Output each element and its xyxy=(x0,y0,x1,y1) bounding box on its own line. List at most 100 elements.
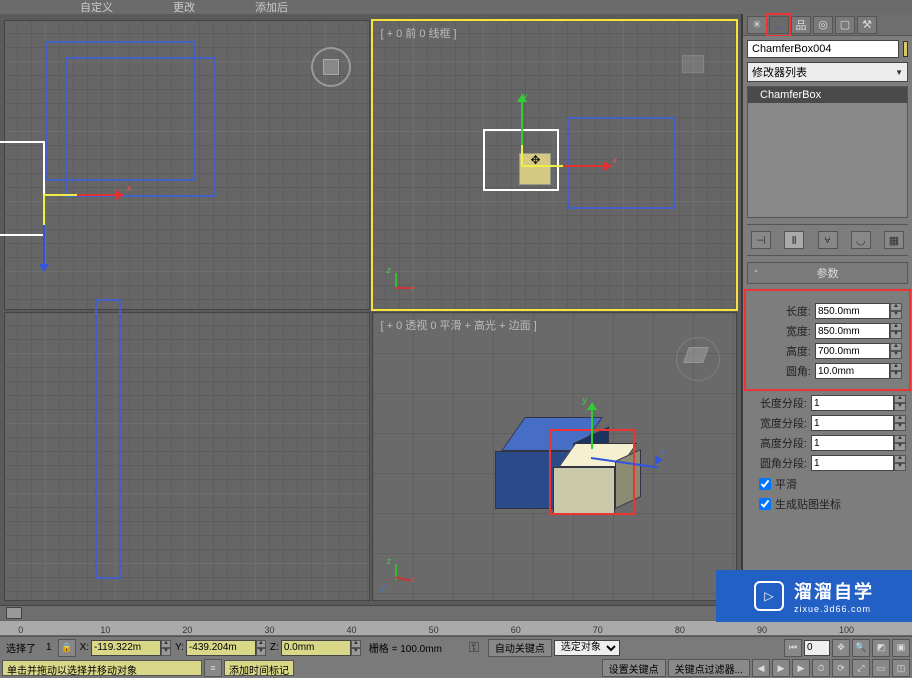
spinner-up[interactable]: ▲ xyxy=(894,415,906,423)
display-icon: ▢ xyxy=(840,18,850,31)
view-cube-icon[interactable] xyxy=(305,41,357,93)
hierarchy-tab[interactable]: 品 xyxy=(791,16,811,34)
gear-icon: ✳ xyxy=(752,18,761,31)
spinner-up[interactable]: ▲ xyxy=(890,303,902,311)
remove-modifier-button[interactable]: ◡ xyxy=(851,231,871,249)
generate-mapping-checkbox[interactable] xyxy=(759,498,771,510)
axis-tripod-icon: x z xyxy=(383,273,413,303)
play-next-key-button[interactable]: ▶ xyxy=(792,659,810,677)
current-frame-input[interactable] xyxy=(804,640,830,656)
status-row: 选择了 1 🔒 X: ▲▼ Y: ▲▼ Z: ▲▼ 栅格 = 100.0mm ⚿… xyxy=(0,636,912,658)
spinner-down[interactable]: ▼ xyxy=(890,371,902,379)
genmap-label: 生成贴图坐标 xyxy=(775,496,841,512)
spinner-up[interactable]: ▲ xyxy=(894,435,906,443)
auto-key-button[interactable]: 自动关键点 xyxy=(488,639,552,657)
display-tab[interactable]: ▢ xyxy=(835,16,855,34)
fov-tool-button[interactable]: ◩ xyxy=(872,639,890,657)
time-slider-thumb[interactable] xyxy=(6,607,22,619)
spinner-down[interactable]: ▼ xyxy=(890,331,902,339)
create-tab[interactable]: ✳ xyxy=(747,16,767,34)
zoom-extents-button[interactable]: ⤢ xyxy=(852,659,870,677)
menu-item[interactable]: 自定义 xyxy=(80,0,113,15)
spinner-down[interactable]: ▼ xyxy=(351,648,361,656)
selection-status-label: 选择了 xyxy=(2,640,40,655)
y-coord-input[interactable] xyxy=(186,640,256,656)
view-cube-icon[interactable] xyxy=(672,333,724,385)
spinner-down[interactable]: ▼ xyxy=(894,403,906,411)
x-coord-input[interactable] xyxy=(91,640,161,656)
spinner-down[interactable]: ▼ xyxy=(890,311,902,319)
modifier-stack-item[interactable]: ChamferBox xyxy=(748,87,907,103)
spinner-down[interactable]: ▼ xyxy=(161,648,171,656)
smooth-checkbox[interactable] xyxy=(759,478,771,490)
utilities-tab[interactable]: ⚒ xyxy=(857,16,877,34)
length-input[interactable] xyxy=(815,303,890,319)
selection-count: 1 xyxy=(42,642,56,653)
script-listener-button[interactable]: ≡ xyxy=(204,659,222,677)
zoom-tool-button[interactable]: 🔍 xyxy=(852,639,870,657)
region-zoom-button[interactable]: ▭ xyxy=(872,659,890,677)
play-prev-key-button[interactable]: ◀ xyxy=(752,659,770,677)
play-start-button[interactable]: ⏮ xyxy=(784,639,802,657)
spinner-up[interactable]: ▲ xyxy=(894,455,906,463)
object-color-swatch[interactable] xyxy=(903,41,908,57)
time-tag-button[interactable]: 添加时间标记 xyxy=(224,660,294,676)
menu-item[interactable]: 添加后 xyxy=(255,0,288,15)
width-seg-input[interactable] xyxy=(811,415,894,431)
key-target-select[interactable]: 选定对象 xyxy=(554,640,620,656)
set-key-button[interactable]: 设置关键点 xyxy=(602,659,666,677)
spinner-down[interactable]: ▼ xyxy=(894,463,906,471)
make-unique-button[interactable]: ⩝ xyxy=(818,231,838,249)
play-button[interactable]: ▶ xyxy=(772,659,790,677)
spinner-down[interactable]: ▼ xyxy=(256,648,266,656)
lock-selection-button[interactable]: 🔒 xyxy=(58,639,76,657)
time-config-button[interactable]: ⏱ xyxy=(812,659,830,677)
min-max-toggle-button[interactable]: ◫ xyxy=(892,659,910,677)
pin-stack-button[interactable]: ⊣ xyxy=(751,231,771,249)
spinner-up[interactable]: ▲ xyxy=(890,363,902,371)
object-name-input[interactable] xyxy=(747,40,899,58)
tick: 40 xyxy=(347,625,357,635)
viewport-bottom-left[interactable] xyxy=(4,312,370,602)
spinner-up[interactable]: ▲ xyxy=(890,323,902,331)
spinner-down[interactable]: ▼ xyxy=(890,351,902,359)
spinner-up[interactable]: ▲ xyxy=(256,640,266,648)
show-end-result-button[interactable]: Ⅱ xyxy=(784,231,804,249)
view-cube-icon[interactable] xyxy=(672,41,724,93)
orbit-tool-button[interactable]: ⟳ xyxy=(832,659,850,677)
spinner-up[interactable]: ▲ xyxy=(351,640,361,648)
arc-icon: ◟ xyxy=(777,18,781,31)
maximize-viewport-button[interactable]: ▣ xyxy=(892,639,910,657)
param-label: 长度分段: xyxy=(749,395,811,411)
fillet-seg-input[interactable] xyxy=(811,455,894,471)
motion-tab[interactable]: ◎ xyxy=(813,16,833,34)
rollout-header[interactable]: 参数 xyxy=(747,262,908,284)
watermark-url: zixue.3d66.com xyxy=(794,604,874,614)
height-seg-input[interactable] xyxy=(811,435,894,451)
z-coord-input[interactable] xyxy=(281,640,351,656)
spinner-up[interactable]: ▲ xyxy=(890,343,902,351)
modify-tab[interactable]: ◟ xyxy=(769,16,789,34)
spinner-down[interactable]: ▼ xyxy=(894,423,906,431)
configure-sets-button[interactable]: ▦ xyxy=(884,231,904,249)
time-ruler[interactable]: 0 10 20 30 40 50 60 70 80 90 100 xyxy=(0,620,912,636)
unique-icon: ⩝ xyxy=(824,234,830,247)
spinner-up[interactable]: ▲ xyxy=(161,640,171,648)
spinner-up[interactable]: ▲ xyxy=(894,395,906,403)
viewport-top-left[interactable]: x xyxy=(4,20,370,310)
height-input[interactable] xyxy=(815,343,890,359)
move-cursor-icon: ✥ xyxy=(531,153,541,167)
fillet-input[interactable] xyxy=(815,363,890,379)
menu-item[interactable]: 更改 xyxy=(173,0,195,15)
width-input[interactable] xyxy=(815,323,890,339)
viewport-front[interactable]: [ + 0 前 0 线框 ] y x ✥ x xyxy=(372,20,738,310)
param-row-lseg: 长度分段: ▲▼ xyxy=(749,394,906,412)
pan-tool-button[interactable]: ✥ xyxy=(832,639,850,657)
spinner-down[interactable]: ▼ xyxy=(894,443,906,451)
param-row-hseg: 高度分段:▲▼ xyxy=(749,434,906,452)
viewport-perspective[interactable]: [ + 0 透视 0 平滑 + 高光 + 边面 ] xyxy=(372,312,738,602)
modifier-stack[interactable]: ChamferBox xyxy=(747,86,908,218)
key-filters-button[interactable]: 关键点过滤器... xyxy=(668,659,750,677)
length-seg-input[interactable] xyxy=(811,395,894,411)
modifier-list-dropdown[interactable]: 修改器列表 xyxy=(747,62,908,82)
